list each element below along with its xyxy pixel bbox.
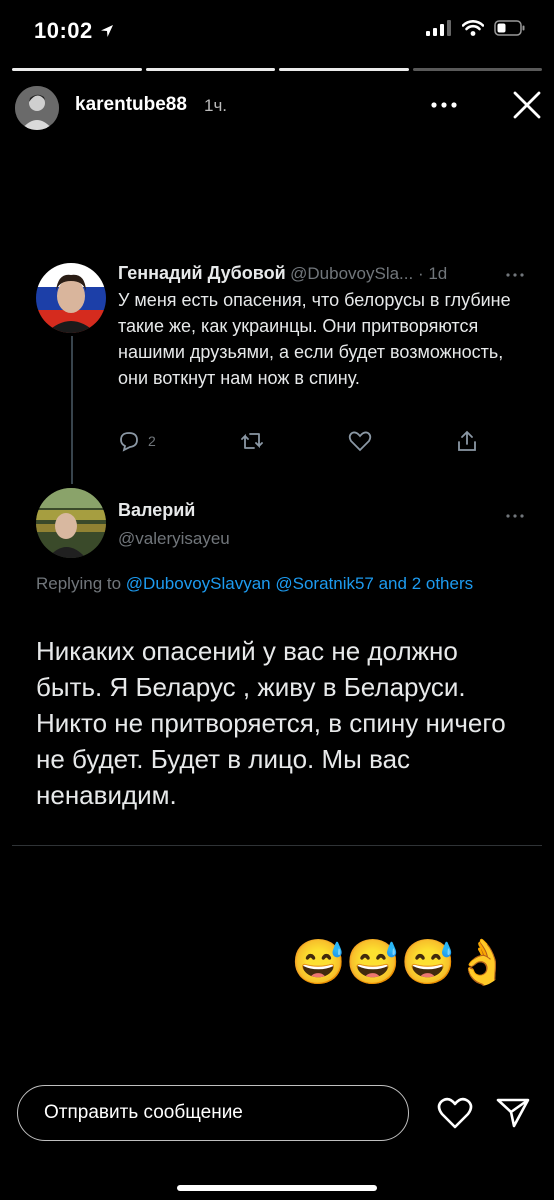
tweet-more-icon (505, 262, 525, 283)
sweat-smile-emoji: 😅 (291, 938, 346, 987)
location-arrow-icon (101, 25, 114, 37)
story-username[interactable]: karentube88 (75, 94, 187, 116)
tweet-author-avatar (36, 263, 106, 333)
progress-segment (279, 68, 409, 71)
reply-icon (120, 432, 138, 452)
progress-segment (412, 68, 542, 71)
reply-count: 2 (148, 433, 156, 449)
replying-prefix: Replying to (36, 574, 122, 593)
thread-connector-line (71, 336, 73, 484)
tweet-author-line: Геннадий Дубовой @DubovoySla... · 1d (118, 263, 447, 284)
status-time: 10:02 (34, 18, 115, 44)
story-avatar[interactable] (15, 86, 59, 130)
story-progress-bar (12, 68, 542, 72)
story-time: 1ч. (204, 96, 228, 115)
status-time-text: 10:02 (34, 18, 93, 43)
ok-hand-emoji: 👌 (455, 938, 511, 987)
reply-text: Никаких опасений у вас не должно быть. Я… (36, 636, 506, 810)
share-direct-icon[interactable] (496, 1097, 530, 1134)
tweet-text: У меня есть опасения, что белорусы в глу… (118, 290, 511, 388)
reply-author-handle: @valeryisayeu (118, 529, 230, 548)
replying-mentions: @DubovoySlavyan @Soratnik57 and 2 others (125, 574, 474, 593)
sweat-smile-emoji: 😅 (400, 938, 456, 987)
cellular-signal-icon (426, 20, 451, 36)
tweet-author-name: Геннадий Дубовой (118, 263, 286, 283)
reply-author-avatar (36, 488, 106, 558)
reply-author-name: Валерий (118, 500, 196, 520)
battery-icon (494, 20, 525, 36)
reply-more-icon (505, 503, 525, 524)
wifi-icon (462, 20, 484, 36)
replying-to-line: Replying to @DubovoySlavyan @Soratnik57 … (36, 571, 506, 596)
tweet-author-handle: @DubovoySla... · 1d (290, 264, 448, 283)
send-message-input[interactable]: Отправить сообщение (17, 1085, 409, 1141)
progress-segment (12, 68, 142, 71)
progress-segment (145, 68, 275, 71)
tweet-divider (12, 845, 542, 846)
more-options-icon[interactable] (430, 90, 458, 116)
sweat-smile-emoji: 😅 (345, 938, 401, 987)
tweet-actions: 2 (118, 430, 478, 452)
status-icons (426, 20, 526, 36)
emoji-sticker: 😅 😅 😅 👌 (291, 938, 510, 988)
home-indicator (177, 1185, 377, 1191)
close-icon[interactable] (510, 88, 544, 122)
like-icon (348, 431, 372, 452)
like-story-icon[interactable] (437, 1096, 473, 1135)
send-message-placeholder: Отправить сообщение (44, 1102, 243, 1123)
share-icon (458, 430, 476, 451)
reply-action: 2 (118, 430, 156, 452)
retweet-icon (240, 433, 263, 449)
